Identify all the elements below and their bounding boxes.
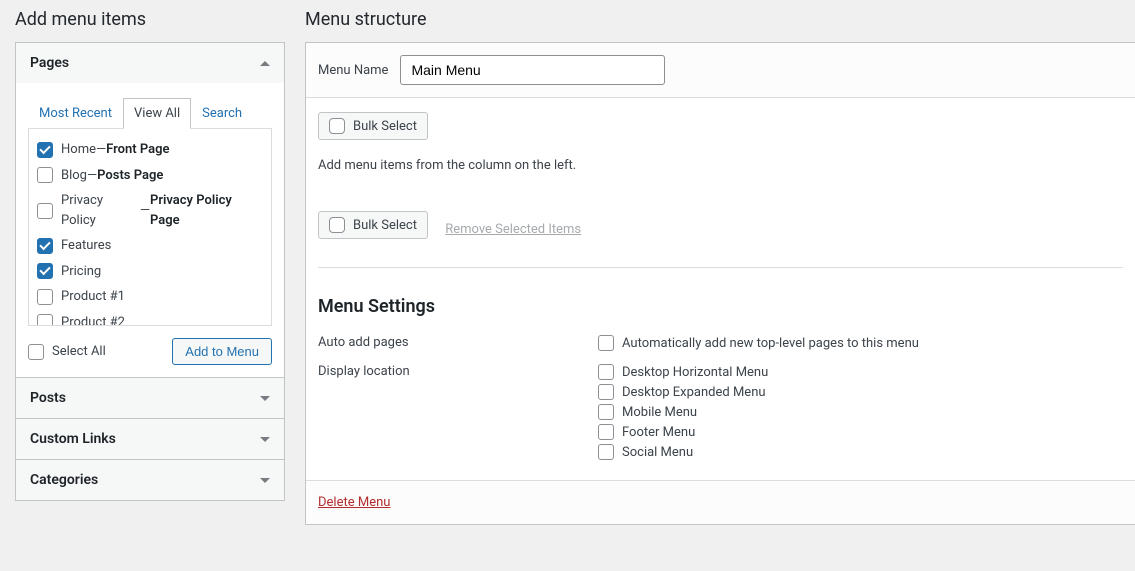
list-item[interactable]: Blog — Posts Page bbox=[37, 163, 263, 189]
tab-search[interactable]: Search bbox=[191, 98, 253, 129]
location-checkbox[interactable] bbox=[598, 424, 614, 440]
location-option[interactable]: Desktop Horizontal Menu bbox=[598, 362, 1123, 382]
pages-list[interactable]: Home — Front PageBlog — Posts PagePrivac… bbox=[28, 128, 272, 326]
location-checkbox[interactable] bbox=[598, 384, 614, 400]
auto-add-label: Auto add pages bbox=[318, 333, 598, 350]
page-name: Product #2 bbox=[61, 313, 125, 327]
accordion-head-custom-links[interactable]: Custom Links bbox=[16, 418, 284, 459]
page-suffix: Front Page bbox=[106, 140, 169, 160]
page-suffix: Posts Page bbox=[97, 166, 163, 186]
page-checkbox[interactable] bbox=[37, 289, 53, 305]
bulk-select-bottom-button[interactable]: Bulk Select bbox=[318, 211, 428, 239]
location-checkbox[interactable] bbox=[598, 364, 614, 380]
page-name: Product #1 bbox=[61, 287, 125, 307]
location-option[interactable]: Desktop Expanded Menu bbox=[598, 382, 1123, 402]
bulk-select-checkbox[interactable] bbox=[329, 118, 345, 134]
chevron-down-icon bbox=[260, 396, 270, 401]
location-option[interactable]: Mobile Menu bbox=[598, 402, 1123, 422]
tabs: Most Recent View All Search bbox=[28, 83, 272, 128]
location-option[interactable]: Footer Menu bbox=[598, 422, 1123, 442]
select-all-checkbox[interactable] bbox=[28, 344, 44, 360]
location-option[interactable]: Social Menu bbox=[598, 442, 1123, 462]
accordion-head-pages[interactable]: Pages bbox=[16, 43, 284, 83]
menu-structure-panel: Menu Name Bulk Select Add menu items fro… bbox=[305, 42, 1135, 525]
bulk-select-checkbox[interactable] bbox=[329, 217, 345, 233]
select-all-label: Select All bbox=[52, 344, 106, 359]
add-items-title: Add menu items bbox=[15, 0, 285, 42]
accordion-head-posts[interactable]: Posts bbox=[16, 377, 284, 418]
bulk-select-top-button[interactable]: Bulk Select bbox=[318, 112, 428, 140]
menu-name-input[interactable] bbox=[400, 55, 665, 85]
menu-name-row: Menu Name bbox=[306, 43, 1135, 98]
tab-view-all[interactable]: View All bbox=[123, 98, 191, 129]
chevron-up-icon bbox=[260, 61, 270, 66]
accordion-label: Categories bbox=[30, 472, 98, 488]
auto-add-checkbox[interactable] bbox=[598, 335, 614, 351]
page-name: Features bbox=[61, 236, 111, 256]
page-name: Blog bbox=[61, 166, 87, 186]
menu-settings-title: Menu Settings bbox=[318, 296, 1123, 317]
accordion-head-categories[interactable]: Categories bbox=[16, 459, 284, 500]
list-item[interactable]: Features bbox=[37, 233, 263, 259]
menu-name-label: Menu Name bbox=[318, 63, 388, 78]
page-checkbox[interactable] bbox=[37, 263, 53, 279]
location-checkbox[interactable] bbox=[598, 444, 614, 460]
location-label: Desktop Expanded Menu bbox=[622, 385, 766, 400]
bulk-select-label: Bulk Select bbox=[353, 218, 417, 233]
auto-add-option-label: Automatically add new top-level pages to… bbox=[622, 336, 919, 351]
list-item[interactable]: Pricing bbox=[37, 259, 263, 285]
page-checkbox[interactable] bbox=[37, 203, 53, 219]
page-checkbox[interactable] bbox=[37, 142, 53, 158]
list-item[interactable]: Home — Front Page bbox=[37, 137, 263, 163]
location-label: Desktop Horizontal Menu bbox=[622, 365, 768, 380]
page-checkbox[interactable] bbox=[37, 314, 53, 326]
setting-display-location: Display location Desktop Horizontal Menu… bbox=[318, 362, 1123, 462]
list-item[interactable]: Product #2 bbox=[37, 310, 263, 327]
accordion-label: Custom Links bbox=[30, 431, 116, 447]
setting-auto-add: Auto add pages Automatically add new top… bbox=[318, 333, 1123, 353]
page-name: Home bbox=[61, 140, 96, 160]
chevron-down-icon bbox=[260, 437, 270, 442]
page-name: Pricing bbox=[61, 262, 101, 282]
delete-row: Delete Menu bbox=[306, 480, 1135, 524]
bulk-select-label: Bulk Select bbox=[353, 119, 417, 134]
location-label: Mobile Menu bbox=[622, 405, 697, 420]
page-name: Privacy Policy bbox=[61, 191, 140, 230]
display-location-label: Display location bbox=[318, 362, 598, 379]
page-suffix: Privacy Policy Page bbox=[150, 191, 263, 230]
empty-hint: Add menu items from the column on the le… bbox=[318, 158, 1123, 173]
tab-most-recent[interactable]: Most Recent bbox=[28, 98, 123, 129]
delete-menu-link[interactable]: Delete Menu bbox=[318, 495, 390, 510]
accordion-label: Posts bbox=[30, 390, 66, 406]
page-checkbox[interactable] bbox=[37, 167, 53, 183]
accordion: Pages Most Recent View All Search Home —… bbox=[15, 42, 285, 501]
select-all[interactable]: Select All bbox=[28, 344, 106, 360]
chevron-down-icon bbox=[260, 478, 270, 483]
location-checkbox[interactable] bbox=[598, 404, 614, 420]
page-checkbox[interactable] bbox=[37, 238, 53, 254]
menu-structure-title: Menu structure bbox=[305, 0, 1135, 42]
accordion-label: Pages bbox=[30, 55, 69, 71]
remove-selected-link: Remove Selected Items bbox=[445, 222, 581, 237]
list-item[interactable]: Product #1 bbox=[37, 284, 263, 310]
list-item[interactable]: Privacy Policy — Privacy Policy Page bbox=[37, 188, 263, 233]
location-label: Footer Menu bbox=[622, 425, 695, 440]
accordion-body-pages: Most Recent View All Search Home — Front… bbox=[16, 83, 284, 377]
add-to-menu-button[interactable]: Add to Menu bbox=[172, 338, 272, 365]
location-label: Social Menu bbox=[622, 445, 693, 460]
